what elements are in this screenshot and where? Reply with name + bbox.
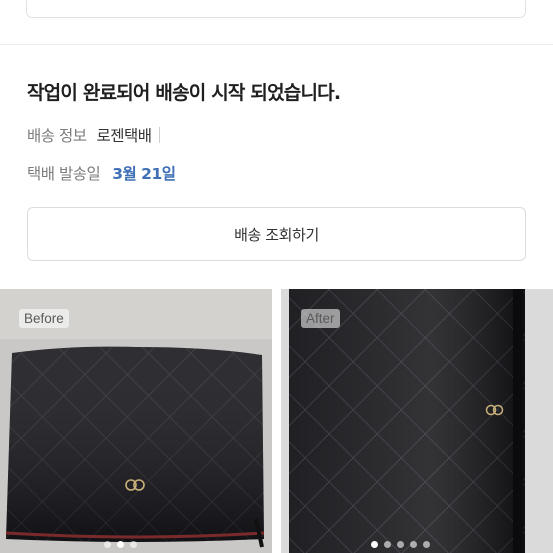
carousel-dot[interactable]	[104, 541, 111, 548]
carousel-dot-active[interactable]	[371, 541, 378, 548]
ship-date-label: 택배 발송일	[27, 165, 101, 183]
before-carousel-dots	[104, 541, 137, 548]
carousel-dot[interactable]	[384, 541, 391, 548]
carousel-dot[interactable]	[410, 541, 417, 548]
carrier-name[interactable]: 로젠택배	[96, 127, 152, 145]
after-tag: After	[301, 309, 340, 328]
after-carousel-dots	[371, 541, 430, 548]
section-divider	[0, 44, 553, 45]
carousel-dot-active[interactable]	[117, 541, 124, 548]
shipping-info-row: 배송 정보 로젠택배	[27, 124, 160, 146]
delivery-status-message: 작업이 완료되어 배송이 시작 되었습니다.	[27, 82, 341, 104]
track-shipment-button[interactable]: 배송 조회하기	[27, 207, 526, 261]
previous-card	[26, 0, 526, 18]
carousel-dot[interactable]	[423, 541, 430, 548]
after-photo[interactable]: After	[281, 289, 553, 553]
shipping-info-label: 배송 정보	[27, 127, 87, 145]
before-tag: Before	[19, 309, 69, 328]
carousel-dot[interactable]	[397, 541, 404, 548]
text-cursor	[158, 127, 160, 143]
ship-date-row: 택배 발송일 3월 21일	[27, 162, 176, 184]
after-bag-image	[281, 289, 553, 553]
before-bag-image	[0, 289, 272, 553]
before-photo[interactable]: Before	[0, 289, 272, 553]
carousel-dot[interactable]	[130, 541, 137, 548]
ship-date-value: 3월 21일	[112, 165, 176, 183]
